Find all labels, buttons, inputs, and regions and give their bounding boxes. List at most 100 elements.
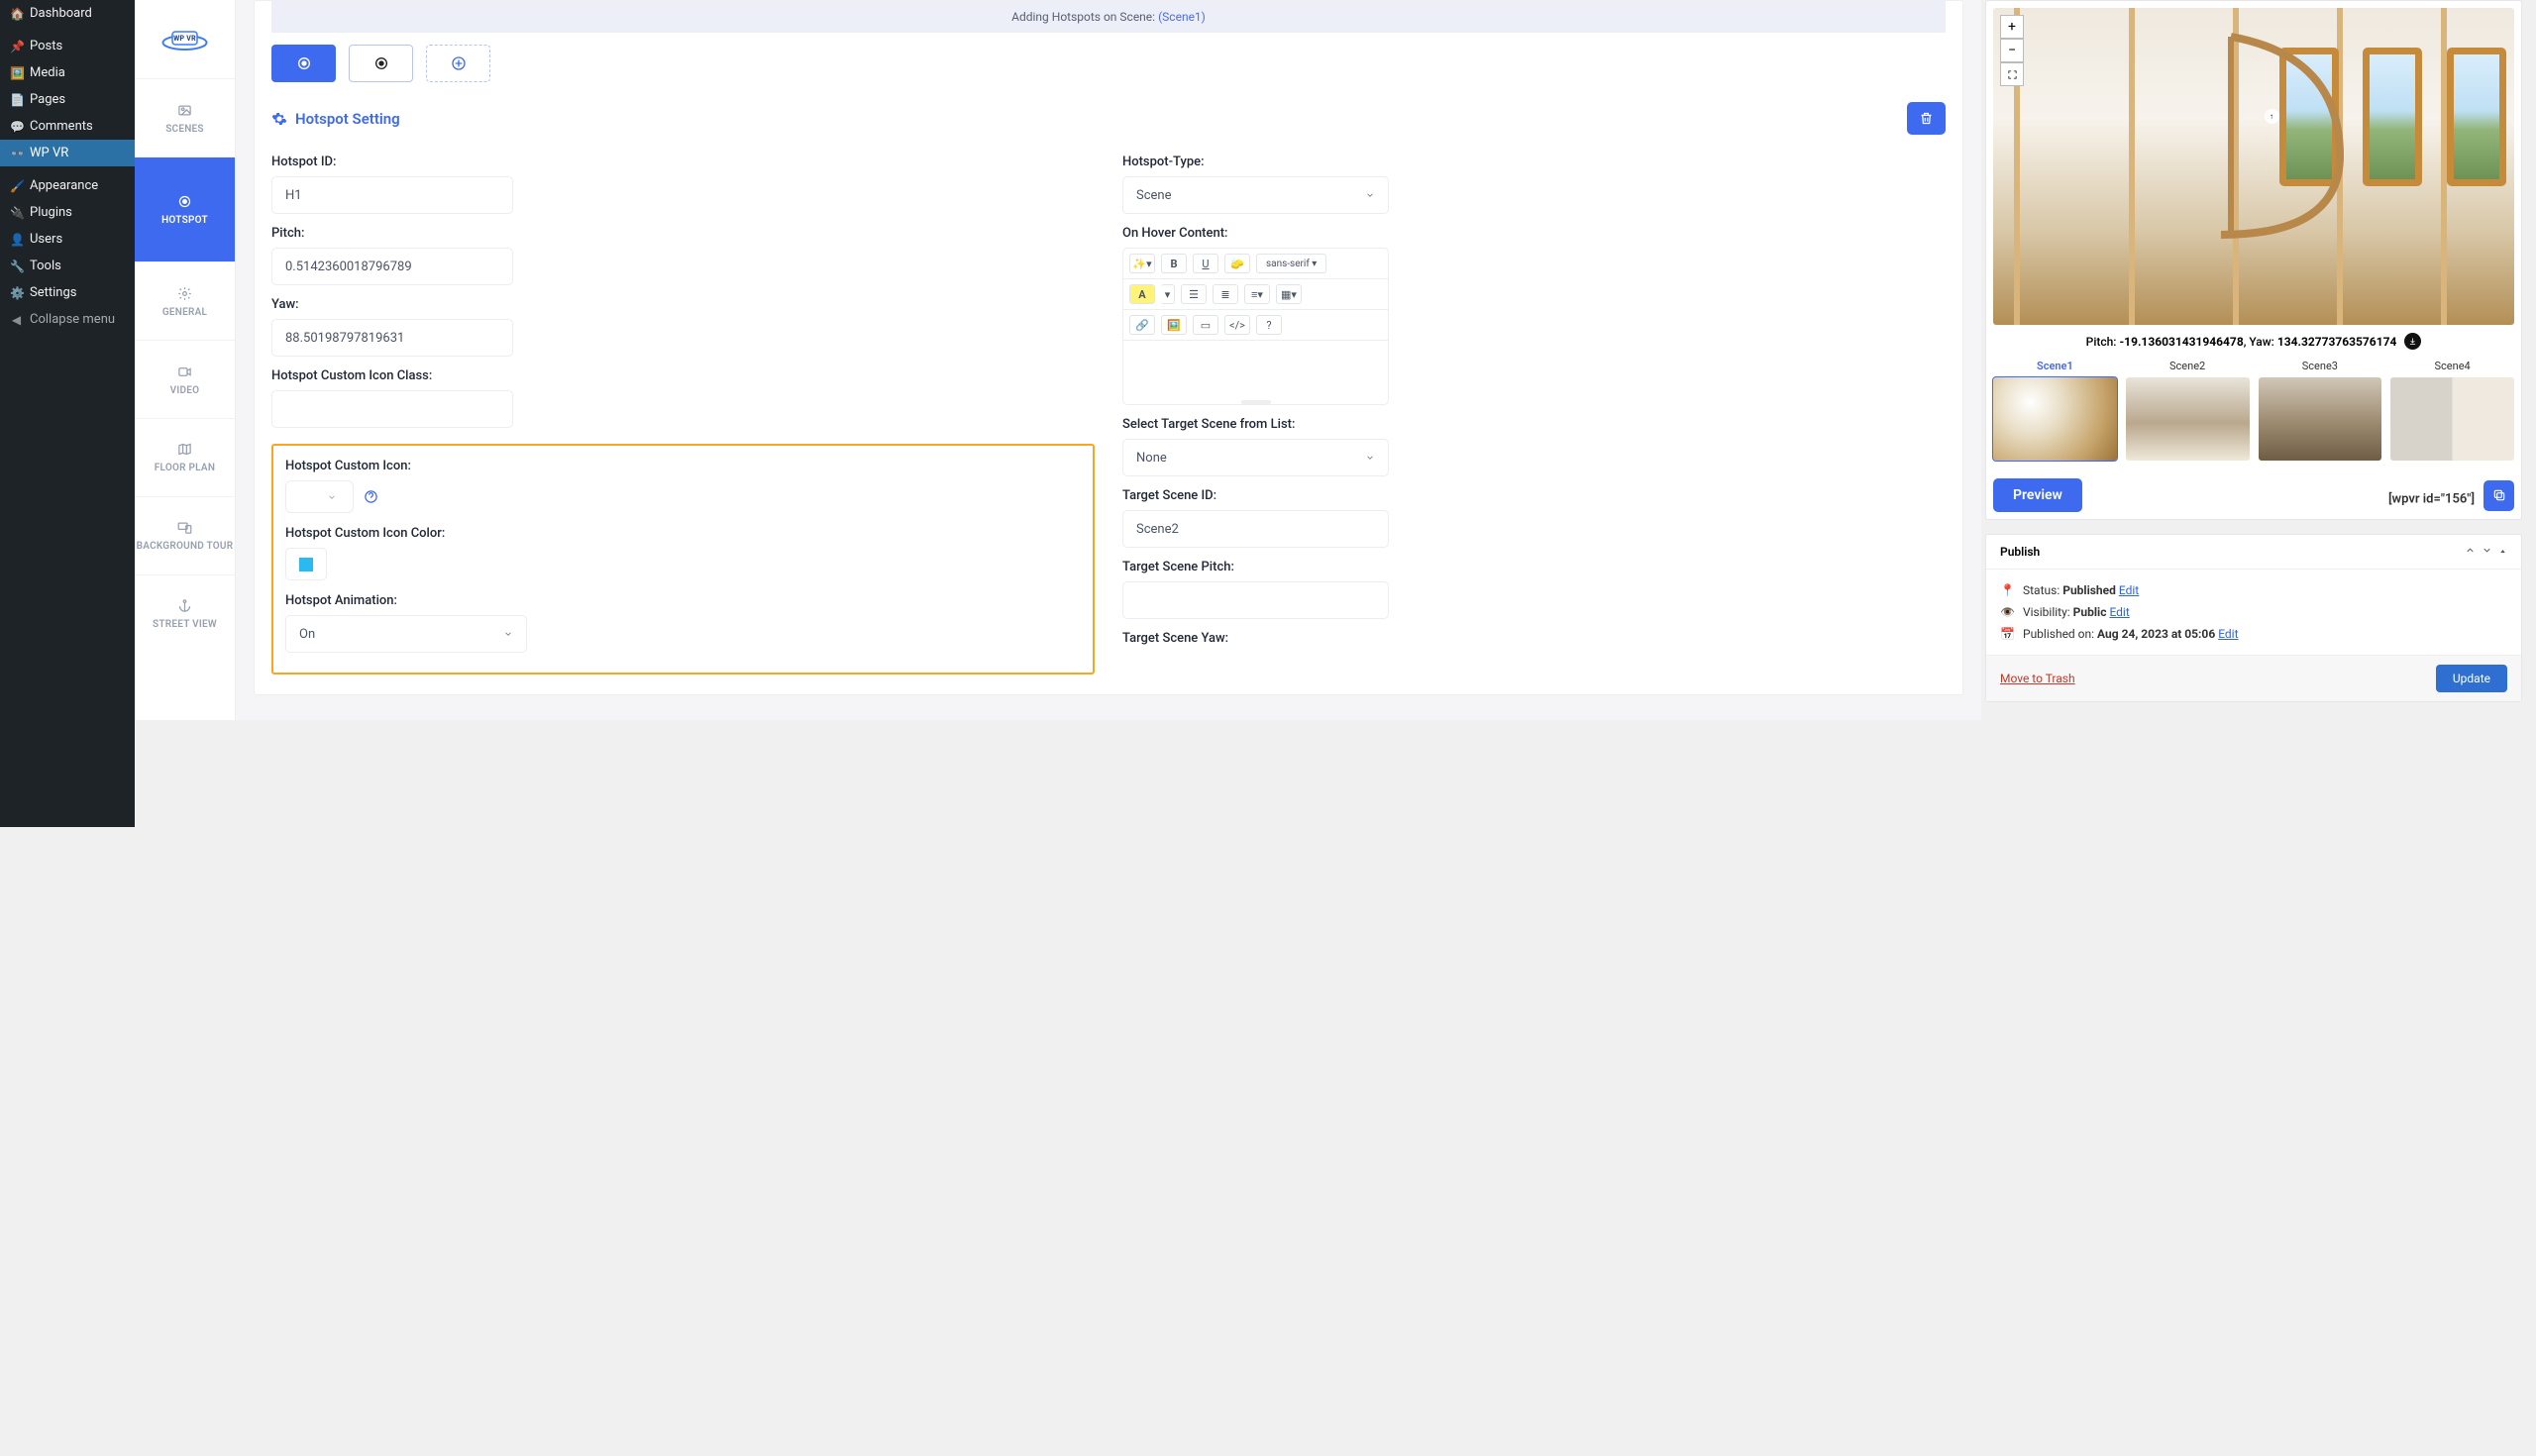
list-ul-button[interactable]: ☰ <box>1181 284 1207 304</box>
custom-icon-picker[interactable] <box>285 480 354 513</box>
panorama-viewport[interactable]: ↑ + − <box>1993 8 2514 325</box>
nav-posts[interactable]: 📌Posts <box>0 33 135 59</box>
nav-users[interactable]: 👤Users <box>0 226 135 253</box>
chevron-up-icon[interactable] <box>2465 545 2476 556</box>
edit-date-link[interactable]: Edit <box>2218 627 2238 641</box>
download-readout-button[interactable] <box>2404 333 2421 350</box>
field-target-list: Select Target Scene from List: None <box>1122 417 1946 476</box>
update-button[interactable]: Update <box>2436 665 2507 692</box>
target-id-input[interactable] <box>1122 510 1389 548</box>
tab-hotspot[interactable]: HOTSPOT <box>135 156 235 261</box>
table-button[interactable]: ▦▾ <box>1276 284 1302 304</box>
help-button[interactable]: ? <box>1256 315 1282 335</box>
link-button[interactable]: 🔗 <box>1129 315 1155 335</box>
video-button[interactable]: ▭ <box>1193 315 1218 335</box>
hotspot-marker[interactable]: ↑ <box>2265 109 2279 124</box>
icon-class-input[interactable] <box>271 390 513 428</box>
tab-scenes[interactable]: SCENES <box>135 78 235 156</box>
pin-icon: 📍 <box>2000 583 2015 597</box>
richtext-body[interactable] <box>1122 341 1389 405</box>
caret-up-icon[interactable] <box>2498 547 2507 556</box>
tab-streetview[interactable]: STREET VIEW <box>135 574 235 653</box>
nav-plugins[interactable]: 🔌Plugins <box>0 199 135 226</box>
wand-icon[interactable]: ✨▾ <box>1129 254 1155 273</box>
comment-icon: 💬 <box>10 120 23 134</box>
font-select[interactable]: sans-serif ▾ <box>1256 254 1326 273</box>
user-icon: 👤 <box>10 233 23 247</box>
pin-icon: 📌 <box>10 40 23 53</box>
code-button[interactable]: </> <box>1224 315 1250 335</box>
tab-bgtour[interactable]: BACKGROUND TOUR <box>135 496 235 574</box>
nav-media[interactable]: 🖼️Media <box>0 59 135 86</box>
align-button[interactable]: ≡▾ <box>1244 284 1270 304</box>
preview-button[interactable]: Preview <box>1993 478 2082 512</box>
scene-thumb-1[interactable]: Scene1 <box>1993 360 2117 461</box>
chevron-down-icon <box>1365 190 1375 200</box>
delete-hotspot-button[interactable] <box>1907 102 1946 135</box>
copy-shortcode-button[interactable] <box>2483 480 2514 511</box>
image-button[interactable]: 🖼️ <box>1161 315 1187 335</box>
nav-tools[interactable]: 🔧Tools <box>0 253 135 279</box>
target-list-select[interactable]: None <box>1122 439 1389 476</box>
scene-thumb-2[interactable]: Scene2 <box>2126 360 2250 461</box>
animation-select[interactable]: On <box>285 615 527 653</box>
scene-banner-link[interactable]: (Scene1) <box>1158 10 1206 24</box>
tab-rail: WP VR SCENES HOTSPOT GENERAL VIDEO FLOOR… <box>135 0 236 720</box>
underline-button[interactable]: U <box>1193 254 1218 273</box>
zoom-in-button[interactable]: + <box>2000 15 2024 39</box>
tab-floorplan[interactable]: FLOOR PLAN <box>135 418 235 496</box>
move-to-trash-link[interactable]: Move to Trash <box>2000 672 2075 685</box>
tab-general[interactable]: GENERAL <box>135 261 235 340</box>
publish-card: Publish 📍 Status: Published Edit 👁️ Visi… <box>1985 534 2522 702</box>
target-pitch-input[interactable] <box>1122 581 1389 619</box>
nav-appearance[interactable]: 🖌️Appearance <box>0 172 135 199</box>
edit-visibility-link[interactable]: Edit <box>2109 605 2129 619</box>
calendar-icon: 📅 <box>2000 627 2015 641</box>
animation-label: Hotspot Animation: <box>285 593 1081 608</box>
scene-thumb-4[interactable]: Scene4 <box>2390 360 2514 461</box>
text-color-more[interactable]: ▾ <box>1161 284 1175 304</box>
chevron-down-icon[interactable] <box>2482 545 2492 556</box>
tab-video[interactable]: VIDEO <box>135 340 235 418</box>
scene-thumbnails: Scene1 Scene2 Scene3 Scene4 <box>1993 360 2514 461</box>
chevron-down-icon <box>503 629 513 639</box>
nav-comments[interactable]: 💬Comments <box>0 113 135 140</box>
bold-button[interactable]: B <box>1161 254 1187 273</box>
eraser-button[interactable]: 🧽 <box>1224 254 1250 273</box>
list-ol-button[interactable]: ≣ <box>1213 284 1238 304</box>
hotspot-pill-2[interactable] <box>349 45 413 82</box>
icon-color-picker[interactable] <box>285 548 327 580</box>
shortcode-text: [wpvr id="156"] <box>2388 491 2475 506</box>
publish-visibility-row: 👁️ Visibility: Public Edit <box>2000 601 2507 623</box>
pitch-input[interactable] <box>271 248 513 285</box>
hotspot-pill-1[interactable] <box>271 45 336 82</box>
hotspot-pill-add[interactable] <box>426 45 490 82</box>
edit-status-link[interactable]: Edit <box>2119 583 2139 597</box>
gauge-icon: 🏠 <box>10 7 23 21</box>
publish-title: Publish <box>2000 545 2040 559</box>
scene-thumb-3[interactable]: Scene3 <box>2259 360 2382 461</box>
video-icon <box>176 364 193 380</box>
devices-icon <box>176 519 193 536</box>
text-color-button[interactable]: A <box>1129 284 1155 304</box>
nav-collapse[interactable]: ◀Collapse menu <box>0 306 135 333</box>
plus-circle-icon <box>451 55 467 71</box>
page-icon: 📄 <box>10 93 23 107</box>
nav-dashboard[interactable]: 🏠Dashboard <box>0 0 135 27</box>
media-icon: 🖼️ <box>10 66 23 80</box>
publish-date-row: 📅 Published on: Aug 24, 2023 at 05:06 Ed… <box>2000 623 2507 645</box>
field-hotspot-type: Hotspot-Type: Scene <box>1122 155 1946 214</box>
nav-wpvr[interactable]: 👓WP VR <box>0 140 135 166</box>
nav-pages[interactable]: 📄Pages <box>0 86 135 113</box>
anchor-icon <box>176 597 193 614</box>
wpvr-logo: WP VR <box>135 0 235 78</box>
hotspot-type-select[interactable]: Scene <box>1122 176 1389 214</box>
yaw-input[interactable] <box>271 319 513 357</box>
zoom-out-button[interactable]: − <box>2000 39 2024 62</box>
question-circle-icon[interactable] <box>364 489 378 504</box>
hotspot-id-input[interactable] <box>271 176 513 214</box>
fullscreen-button[interactable] <box>2000 62 2024 86</box>
nav-settings[interactable]: ⚙️Settings <box>0 279 135 306</box>
gear-icon <box>176 285 193 302</box>
hotspot-setting-title: Hotspot Setting <box>271 110 400 128</box>
